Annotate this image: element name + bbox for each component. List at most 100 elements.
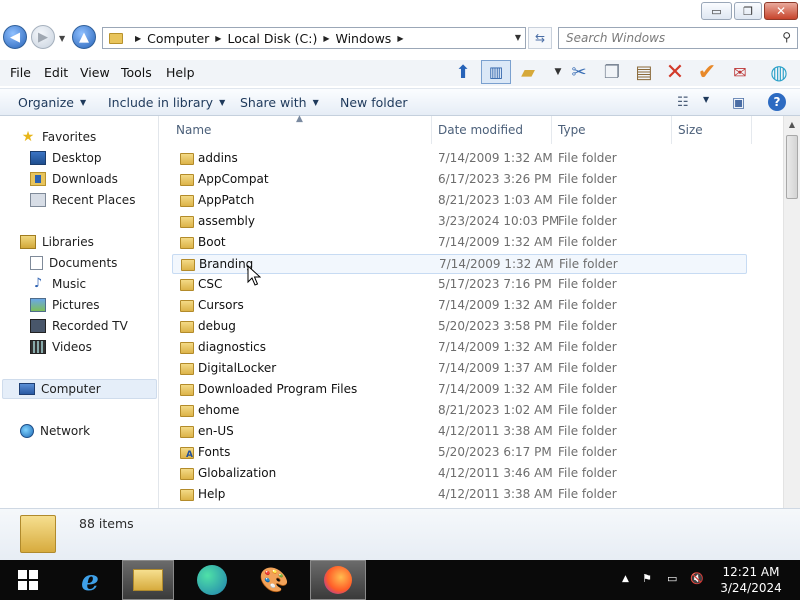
mail-icon[interactable]: ✉	[728, 60, 752, 84]
breadcrumb-separator-icon[interactable]: ▶	[135, 34, 141, 43]
table-row[interactable]: assembly 3/23/2024 10:03 PM File folder	[172, 212, 747, 232]
file-type: File folder	[558, 151, 617, 165]
table-row[interactable]: DigitalLocker 7/14/2009 1:37 AM File folde…	[172, 359, 747, 379]
new-folder-button[interactable]: New folder	[340, 95, 408, 110]
view-pane-icon[interactable]: ▥	[481, 60, 511, 84]
table-row[interactable]: ehome 8/21/2023 1:02 AM File folder	[172, 401, 747, 421]
network-tray-icon[interactable]: ▭	[667, 572, 677, 585]
address-bar[interactable]: ▶ Computer ▶ Local Disk (C:) ▶ Windows ▶…	[102, 27, 526, 49]
file-date-modified: 5/20/2023 3:58 PM	[438, 319, 552, 333]
maximize-button[interactable]: ❐	[734, 2, 762, 20]
action-center-flag-icon[interactable]: ⚑	[642, 572, 652, 585]
sidebar-item-recent-places[interactable]: Recent Places	[30, 190, 135, 210]
sidebar-item-documents[interactable]: Documents	[30, 253, 117, 273]
table-row[interactable]: diagnostics 7/14/2009 1:32 AM File folder	[172, 338, 747, 358]
table-row[interactable]: Globalization 4/12/2011 3:46 AM File folde…	[172, 464, 747, 484]
breadcrumb-computer[interactable]: Computer	[147, 31, 209, 46]
taskbar-edge[interactable]	[186, 560, 238, 600]
share-with-button[interactable]: Share with ▼	[240, 95, 319, 110]
column-header-date-modified[interactable]: Date modified	[430, 116, 552, 144]
sidebar-item-label: Computer	[41, 382, 101, 396]
table-row[interactable]: addins 7/14/2009 1:32 AM File folder	[172, 149, 747, 169]
search-input[interactable]	[559, 28, 773, 48]
menu-tools[interactable]: Tools	[121, 65, 152, 80]
table-row[interactable]: AppCompat 6/17/2023 3:26 PM File folder	[172, 170, 747, 190]
address-dropdown-icon[interactable]: ▼	[515, 33, 521, 42]
breadcrumb-windows[interactable]: Windows	[336, 31, 392, 46]
show-hidden-icons-icon[interactable]: ▲	[622, 574, 629, 584]
edge-icon	[197, 565, 227, 595]
file-name: Fonts	[198, 445, 231, 459]
close-button[interactable]: ✕	[764, 2, 798, 20]
scrollbar-thumb[interactable]	[786, 135, 798, 199]
sidebar-item-network[interactable]: Network	[20, 421, 90, 441]
search-box[interactable]: ⚲	[558, 27, 798, 49]
file-date-modified: 7/14/2009 1:32 AM	[438, 382, 553, 396]
checkmark-icon[interactable]: ✔	[695, 60, 719, 85]
volume-muted-icon[interactable]: 🔇	[690, 572, 704, 585]
taskbar-clock[interactable]: 12:21 AM 3/24/2024	[718, 564, 784, 596]
paste-icon[interactable]: ▤	[632, 60, 656, 84]
folder-icon	[180, 321, 194, 333]
sidebar-libraries[interactable]: Libraries	[20, 232, 94, 252]
column-header-size[interactable]: Size	[670, 116, 752, 144]
minimize-button[interactable]: ▭	[701, 2, 732, 20]
menu-view[interactable]: View	[80, 65, 110, 80]
table-row[interactable]: AppPatch 8/21/2023 1:03 AM File folder	[172, 191, 747, 211]
sidebar-item-music[interactable]: ♪ Music	[30, 274, 86, 294]
column-date-label: Date modified	[438, 123, 524, 137]
copy-icon[interactable]: ❐	[600, 60, 624, 84]
scroll-up-icon[interactable]: ▲	[784, 116, 800, 133]
vertical-scrollbar[interactable]: ▲	[783, 116, 800, 508]
forward-button[interactable]: ▶	[31, 25, 55, 49]
back-button[interactable]: ◀	[3, 25, 27, 49]
table-row[interactable]: Cursors 7/14/2009 1:32 AM File folder	[172, 296, 747, 316]
recent-pages-dropdown-icon[interactable]: ▼	[59, 34, 65, 43]
refresh-button[interactable]: ⇆	[528, 27, 552, 49]
table-row[interactable]: debug 5/20/2023 3:58 PM File folder	[172, 317, 747, 337]
breadcrumb-separator-icon[interactable]: ▶	[323, 34, 329, 43]
taskbar-internet-explorer[interactable]: e	[64, 560, 116, 600]
start-button[interactable]	[2, 560, 54, 600]
view-options-icon[interactable]: ☷	[677, 95, 689, 110]
breadcrumb-local-disk[interactable]: Local Disk (C:)	[227, 31, 317, 46]
preview-pane-icon[interactable]: ▣	[732, 95, 745, 111]
command-bar: Organize ▼ Include in library ▼ Share with…	[0, 88, 800, 116]
sidebar-item-recorded-tv[interactable]: Recorded TV	[30, 316, 128, 336]
column-header-type[interactable]: Type	[550, 116, 672, 144]
up-icon[interactable]: ⬆	[451, 60, 475, 84]
table-row[interactable]: en-US 4/12/2011 3:38 AM File folder	[172, 422, 747, 442]
taskbar-paint[interactable]: 🎨	[248, 560, 300, 600]
breadcrumb-separator-icon[interactable]: ▶	[397, 34, 403, 43]
sidebar-item-videos[interactable]: Videos	[30, 337, 92, 357]
view-dropdown-icon[interactable]: ▼	[703, 95, 709, 104]
menu-file[interactable]: File	[10, 65, 31, 80]
menu-help[interactable]: Help	[166, 65, 195, 80]
file-type: File folder	[558, 382, 617, 396]
breadcrumb-separator-icon[interactable]: ▶	[215, 34, 221, 43]
menu-edit[interactable]: Edit	[44, 65, 68, 80]
taskbar-file-explorer[interactable]	[122, 560, 174, 600]
delete-icon[interactable]: ✕	[663, 60, 687, 85]
file-type: File folder	[558, 403, 617, 417]
table-row[interactable]: Boot 7/14/2009 1:32 AM File folder	[172, 233, 747, 253]
sidebar-item-downloads[interactable]: Downloads	[30, 169, 118, 189]
sidebar-item-pictures[interactable]: Pictures	[30, 295, 100, 315]
sidebar-item-computer[interactable]: Computer	[2, 379, 157, 399]
help-icon[interactable]: ?	[768, 93, 786, 111]
organize-button[interactable]: Organize ▼	[18, 95, 86, 110]
file-type: File folder	[558, 424, 617, 438]
include-in-library-button[interactable]: Include in library ▼	[108, 95, 225, 110]
table-row[interactable]: Help 4/12/2011 3:38 AM File folder	[172, 485, 747, 505]
sidebar-item-desktop[interactable]: Desktop	[30, 148, 102, 168]
sidebar-favorites[interactable]: ★ Favorites	[20, 127, 97, 147]
table-row[interactable]: A Fonts 5/20/2023 6:17 PM File folder	[172, 443, 747, 463]
table-row[interactable]: Downloaded Program Files 7/14/2009 1:32 A…	[172, 380, 747, 400]
cut-icon[interactable]: ✂	[567, 60, 591, 84]
up-button[interactable]: ▲	[72, 25, 96, 49]
taskbar-firefox[interactable]	[310, 560, 366, 600]
search-icon[interactable]: ⚲	[782, 30, 791, 44]
folder-icon	[109, 32, 123, 44]
shell-icon[interactable]: ◍	[767, 60, 791, 84]
folder-options-icon[interactable]: ▰	[516, 60, 540, 84]
